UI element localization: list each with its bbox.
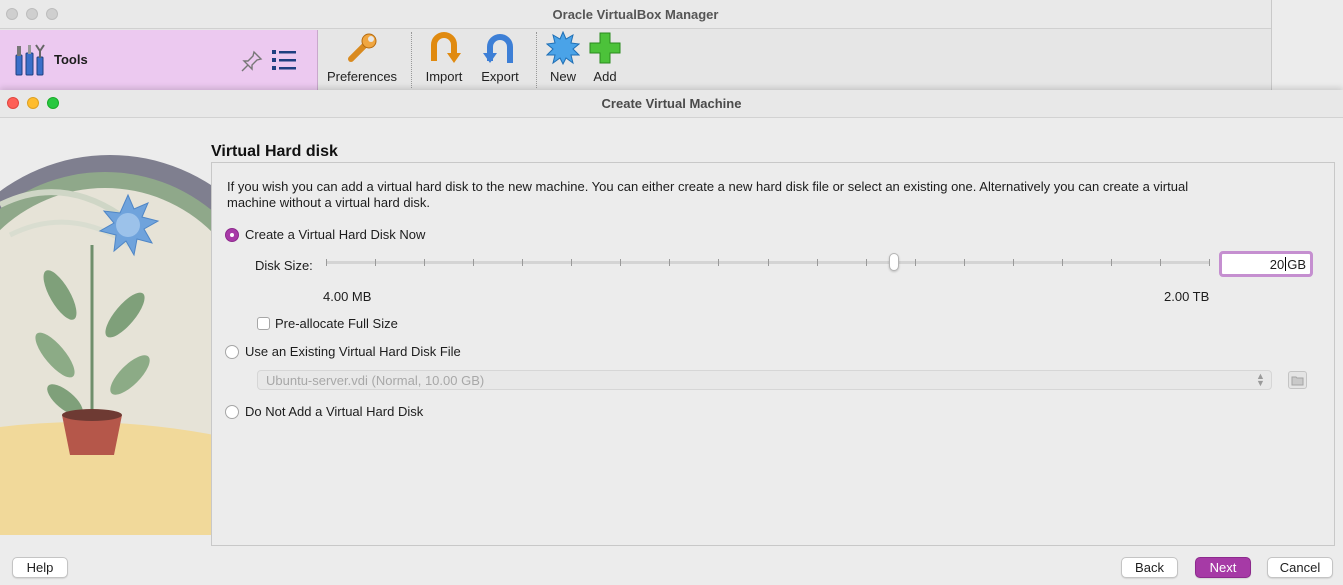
slider-tick [375,259,376,266]
use-existing-disk-label: Use an Existing Virtual Hard Disk File [245,344,461,359]
slider-tick [473,259,474,266]
slider-tick [571,259,572,266]
slider-tick [768,259,769,266]
back-button[interactable]: Back [1121,557,1178,578]
import-button[interactable]: Import [418,30,470,88]
dialog-titlebar: Create Virtual Machine [0,90,1343,118]
dialog-title: Create Virtual Machine [601,96,742,111]
disk-size-max-label: 2.00 TB [1164,289,1210,304]
tools-icon [15,44,45,76]
use-existing-disk-option[interactable]: Use an Existing Virtual Hard Disk File [225,344,461,359]
folder-icon [1291,376,1304,386]
import-label: Import [425,69,463,84]
list-view-icon[interactable] [271,48,297,72]
slider-thumb[interactable] [889,253,899,271]
create-disk-now-radio[interactable] [225,227,239,242]
next-button[interactable]: Next [1195,557,1251,578]
disk-size-value: 20 [1269,256,1285,272]
add-label: Add [593,69,617,84]
new-star-icon [546,31,580,65]
slider-tick [326,259,327,266]
slider-tick [718,259,719,266]
export-label: Export [481,69,519,84]
do-not-add-disk-option[interactable]: Do Not Add a Virtual Hard Disk [225,404,423,419]
existing-disk-value: Ubuntu-server.vdi (Normal, 10.00 GB) [266,373,485,388]
disk-size-min-label: 4.00 MB [323,289,372,304]
use-existing-disk-radio[interactable] [225,344,239,359]
slider-tick [1013,259,1014,266]
do-not-add-disk-label: Do Not Add a Virtual Hard Disk [245,404,424,419]
disk-size-input[interactable]: 20 GB [1219,251,1313,277]
slider-tick [964,259,965,266]
manager-title: Oracle VirtualBox Manager [552,7,719,22]
pin-icon[interactable] [240,49,264,73]
slider-tick [1111,259,1112,266]
hard-disk-panel: If you wish you can add a virtual hard d… [211,162,1335,546]
create-vm-dialog: Create Virtual Machine Virtual Hard disk… [0,90,1343,585]
slider-tick [424,259,425,266]
slider-tick [1062,259,1063,266]
slider-tick [915,259,916,266]
tools-label: Tools [54,52,88,67]
toolbar-separator [536,32,537,88]
preferences-label: Preferences [326,69,398,84]
section-title: Virtual Hard disk [211,143,338,160]
slider-tick [669,259,670,266]
disk-size-label: Disk Size: [255,258,313,273]
slider-tick [1160,259,1161,266]
new-label: New [549,69,576,84]
do-not-add-disk-radio[interactable] [225,404,239,419]
preallocate-option[interactable]: Pre-allocate Full Size [257,316,398,331]
description-text: If you wish you can add a virtual hard d… [227,179,1189,210]
text-caret [1285,257,1287,271]
add-button[interactable]: Add [583,30,627,88]
disk-size-slider[interactable] [326,253,1210,271]
cancel-button[interactable]: Cancel [1267,557,1333,578]
slider-tick [866,259,867,266]
export-arrow-icon [483,34,513,63]
import-arrow-icon [431,32,461,63]
existing-disk-select[interactable]: Ubuntu-server.vdi (Normal, 10.00 GB) ▲ ▼ [257,370,1272,390]
slider-tick [522,259,523,266]
new-button[interactable]: New [543,30,583,88]
virtualbox-manager-window: Oracle VirtualBox Manager Tools Preferen… [0,0,1272,90]
preallocate-label: Pre-allocate Full Size [275,316,398,331]
add-plus-icon [589,32,621,64]
disk-size-unit: GB [1287,256,1306,272]
preallocate-checkbox[interactable] [257,317,270,330]
slider-tick [817,259,818,266]
create-disk-now-option[interactable]: Create a Virtual Hard Disk Now [225,227,425,242]
choose-disk-file-button[interactable] [1288,371,1307,389]
toolbar-separator [411,32,412,88]
preferences-button[interactable]: Preferences [319,30,405,88]
manager-toolbar: Preferences Import Export New Add [319,30,627,90]
wrench-icon [348,33,377,62]
create-disk-now-label: Create a Virtual Hard Disk Now [245,227,426,242]
help-button[interactable]: Help [12,557,68,578]
tools-pane[interactable]: Tools [0,30,318,90]
export-button[interactable]: Export [470,30,530,88]
slider-tick [620,259,621,266]
slider-tick [1209,259,1210,266]
chevron-updown-icon: ▲ ▼ [1256,371,1265,388]
manager-titlebar: Oracle VirtualBox Manager [0,0,1271,29]
